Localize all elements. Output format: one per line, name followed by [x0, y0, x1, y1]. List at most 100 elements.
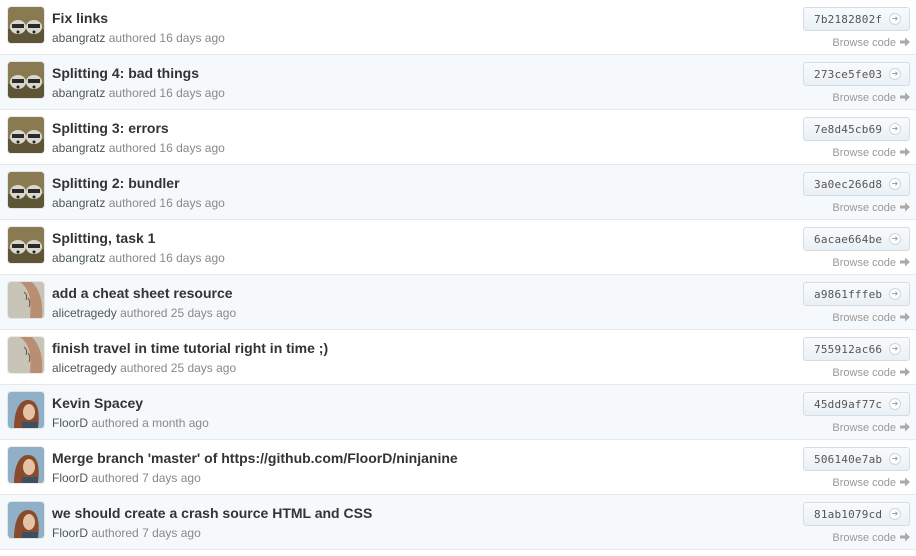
- commit-message[interactable]: Merge branch 'master' of https://github.…: [52, 450, 458, 466]
- browse-code-label: Browse code: [832, 147, 896, 159]
- commit-meta: FloorD authored 7 days ago: [52, 471, 201, 485]
- browse-code-link[interactable]: Browse code: [832, 37, 910, 49]
- commit-time: authored 16 days ago: [108, 196, 225, 210]
- browse-code-link[interactable]: Browse code: [832, 367, 910, 379]
- commit-row: Splitting 4: bad things abangratz author…: [0, 55, 916, 110]
- commit-message[interactable]: Fix links: [52, 10, 108, 26]
- browse-code-link[interactable]: Browse code: [832, 202, 910, 214]
- commit-row: Fix links abangratz authored 16 days ago…: [0, 0, 916, 55]
- browse-code-label: Browse code: [832, 477, 896, 489]
- commit-row: add a cheat sheet resource alicetragedy …: [0, 275, 916, 330]
- arrow-right-circle-icon: ➜: [889, 508, 901, 520]
- arrow-right-circle-icon: ➜: [889, 288, 901, 300]
- commit-author[interactable]: abangratz: [52, 196, 105, 210]
- browse-code-link[interactable]: Browse code: [832, 92, 910, 104]
- commit-message[interactable]: Splitting, task 1: [52, 230, 155, 246]
- arrow-right-icon: [900, 422, 910, 432]
- browse-code-label: Browse code: [832, 37, 896, 49]
- commit-author[interactable]: alicetragedy: [52, 361, 117, 375]
- arrow-right-icon: [900, 532, 910, 542]
- commit-row: finish travel in time tutorial right in …: [0, 330, 916, 385]
- commit-sha: 7b2182802f: [814, 13, 883, 26]
- commit-row: Splitting, task 1 abangratz authored 16 …: [0, 220, 916, 275]
- arrow-right-icon: [900, 147, 910, 157]
- raccoon-avatar[interactable]: [8, 227, 44, 263]
- commit-message[interactable]: Splitting 4: bad things: [52, 65, 199, 81]
- commit-sha-button[interactable]: 755912ac66 ➜: [803, 337, 910, 361]
- commit-sha-button[interactable]: 3a0ec266d8 ➜: [803, 172, 910, 196]
- commit-sha: 7e8d45cb69: [814, 123, 883, 136]
- commit-author[interactable]: abangratz: [52, 251, 105, 265]
- woman-avatar[interactable]: [8, 392, 44, 428]
- arrow-right-icon: [900, 37, 910, 47]
- commit-sha-button[interactable]: 506140e7ab ➜: [803, 447, 910, 471]
- browse-code-link[interactable]: Browse code: [832, 477, 910, 489]
- arm-avatar[interactable]: [8, 337, 44, 373]
- commit-sha: 45dd9af77c: [814, 398, 883, 411]
- browse-code-link[interactable]: Browse code: [832, 147, 910, 159]
- commit-time: authored a month ago: [91, 416, 209, 430]
- arrow-right-circle-icon: ➜: [889, 343, 901, 355]
- raccoon-avatar[interactable]: [8, 7, 44, 43]
- commit-time: authored 16 days ago: [108, 86, 225, 100]
- raccoon-avatar[interactable]: [8, 62, 44, 98]
- arrow-right-circle-icon: ➜: [889, 68, 901, 80]
- browse-code-label: Browse code: [832, 312, 896, 324]
- arrow-right-circle-icon: ➜: [889, 13, 901, 25]
- commit-sha-button[interactable]: 7b2182802f ➜: [803, 7, 910, 31]
- commit-sha-button[interactable]: 6acae664be ➜: [803, 227, 910, 251]
- browse-code-label: Browse code: [832, 202, 896, 214]
- browse-code-link[interactable]: Browse code: [832, 422, 910, 434]
- commit-sha-button[interactable]: 7e8d45cb69 ➜: [803, 117, 910, 141]
- commit-meta: FloorD authored 7 days ago: [52, 526, 201, 540]
- commit-author[interactable]: abangratz: [52, 31, 105, 45]
- commit-author[interactable]: abangratz: [52, 86, 105, 100]
- commit-time: authored 7 days ago: [91, 526, 201, 540]
- commit-time: authored 7 days ago: [91, 471, 201, 485]
- commit-meta: abangratz authored 16 days ago: [52, 86, 225, 100]
- browse-code-link[interactable]: Browse code: [832, 312, 910, 324]
- commit-message[interactable]: Splitting 2: bundler: [52, 175, 180, 191]
- commit-author[interactable]: alicetragedy: [52, 306, 117, 320]
- arrow-right-icon: [900, 312, 910, 322]
- commit-message[interactable]: Kevin Spacey: [52, 395, 143, 411]
- commit-message[interactable]: add a cheat sheet resource: [52, 285, 233, 301]
- commit-meta: abangratz authored 16 days ago: [52, 196, 225, 210]
- commit-author[interactable]: abangratz: [52, 141, 105, 155]
- woman-avatar[interactable]: [8, 502, 44, 538]
- arm-avatar[interactable]: [8, 282, 44, 318]
- commit-meta: abangratz authored 16 days ago: [52, 31, 225, 45]
- commit-sha: 81ab1079cd: [814, 508, 883, 521]
- commit-author[interactable]: FloorD: [52, 526, 88, 540]
- commit-time: authored 25 days ago: [120, 306, 237, 320]
- commit-sha-button[interactable]: 45dd9af77c ➜: [803, 392, 910, 416]
- commit-message[interactable]: Splitting 3: errors: [52, 120, 169, 136]
- raccoon-avatar[interactable]: [8, 117, 44, 153]
- arrow-right-circle-icon: ➜: [889, 178, 901, 190]
- commit-row: we should create a crash source HTML and…: [0, 495, 916, 550]
- commit-time: authored 16 days ago: [108, 31, 225, 45]
- commit-meta: FloorD authored a month ago: [52, 416, 209, 430]
- commit-sha-button[interactable]: 273ce5fe03 ➜: [803, 62, 910, 86]
- commit-meta: alicetragedy authored 25 days ago: [52, 306, 236, 320]
- woman-avatar[interactable]: [8, 447, 44, 483]
- commit-meta: abangratz authored 16 days ago: [52, 141, 225, 155]
- commit-message[interactable]: finish travel in time tutorial right in …: [52, 340, 328, 356]
- raccoon-avatar[interactable]: [8, 172, 44, 208]
- commit-time: authored 25 days ago: [120, 361, 237, 375]
- commit-sha: 3a0ec266d8: [814, 178, 883, 191]
- arrow-right-circle-icon: ➜: [889, 123, 901, 135]
- commit-message[interactable]: we should create a crash source HTML and…: [52, 505, 372, 521]
- arrow-right-icon: [900, 367, 910, 377]
- browse-code-label: Browse code: [832, 367, 896, 379]
- commit-sha-button[interactable]: a9861fffeb ➜: [803, 282, 910, 306]
- commit-author[interactable]: FloorD: [52, 416, 88, 430]
- browse-code-label: Browse code: [832, 257, 896, 269]
- arrow-right-circle-icon: ➜: [889, 398, 901, 410]
- commit-row: Kevin Spacey FloorD authored a month ago…: [0, 385, 916, 440]
- commit-sha-button[interactable]: 81ab1079cd ➜: [803, 502, 910, 526]
- arrow-right-icon: [900, 257, 910, 267]
- browse-code-link[interactable]: Browse code: [832, 532, 910, 544]
- commit-author[interactable]: FloorD: [52, 471, 88, 485]
- browse-code-link[interactable]: Browse code: [832, 257, 910, 269]
